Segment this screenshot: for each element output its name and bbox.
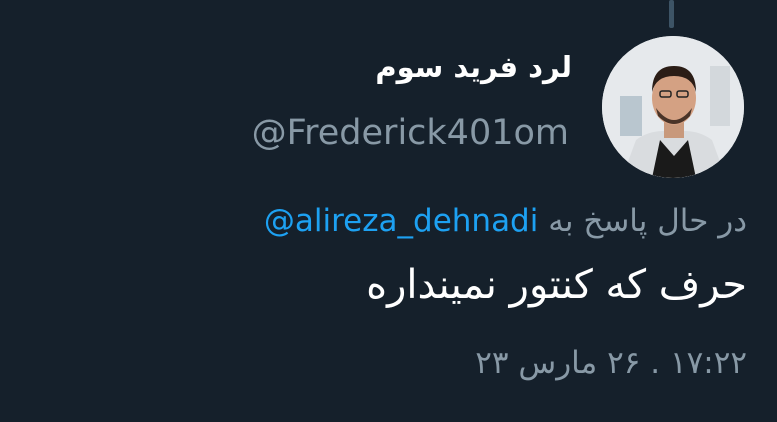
tweet-text: حرف که کنتور نمینداره	[366, 262, 747, 308]
reply-context: در حال پاسخ به @alireza_dehnadi	[264, 203, 747, 239]
tweet-timestamp[interactable]: ۱۷:۲۲ . ۲۶ مارس ۲۳	[475, 345, 747, 381]
display-name[interactable]: لرد فرید سوم	[375, 50, 572, 84]
thread-connector-line	[669, 0, 674, 28]
reply-mention-link[interactable]: @alireza_dehnadi	[264, 203, 538, 239]
reply-prefix-label: در حال پاسخ به	[548, 203, 747, 239]
user-handle[interactable]: @Frederick401om	[252, 113, 569, 153]
avatar-photo-icon	[602, 36, 744, 178]
avatar[interactable]	[602, 36, 744, 178]
tweet-card: لرد فرید سوم @Frederick401om در حال پاسخ…	[0, 0, 777, 422]
